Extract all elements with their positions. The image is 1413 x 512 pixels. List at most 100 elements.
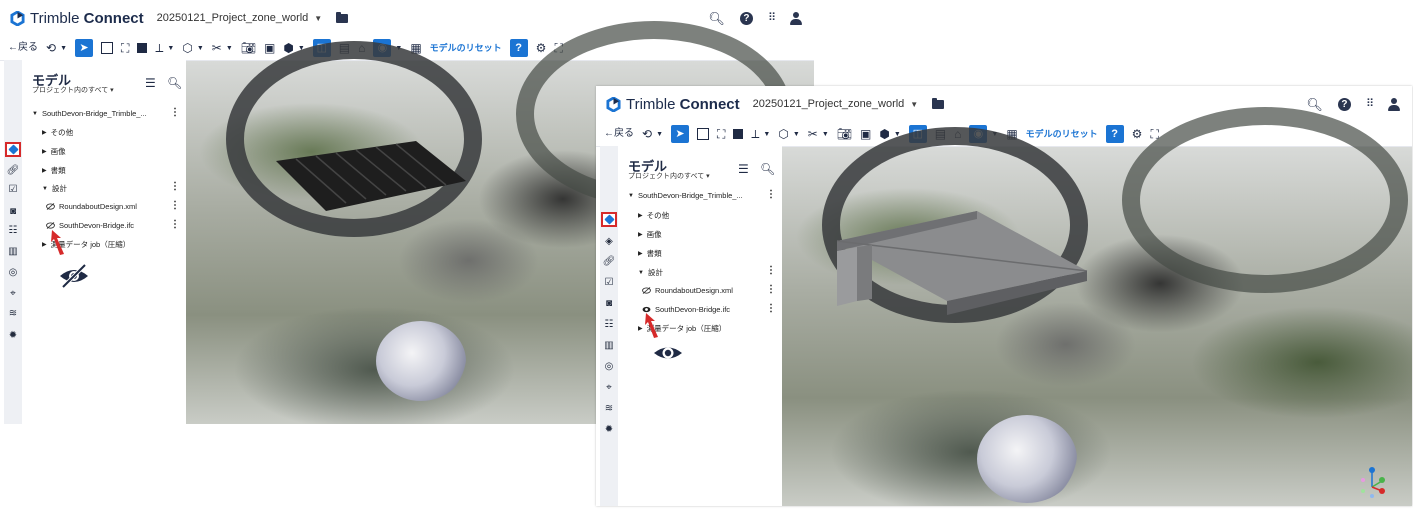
folder-row[interactable]: ▶ 画像 [638,229,662,240]
folder-row[interactable]: ▶ その他 [42,127,73,138]
apps-grid-icon[interactable]: ⠿ [1366,98,1374,110]
eye-slash-icon[interactable] [46,203,55,210]
orbit-icon[interactable]: ⟲ [642,128,652,140]
chevron-down-icon[interactable]: ▼ [822,131,829,138]
section-cut-icon[interactable]: ✂ [808,128,818,140]
chevron-down-icon[interactable]: ▼ [656,131,663,138]
settings-gear-icon[interactable]: ⚙ [536,42,547,54]
focus-icon[interactable]: ⌖ [7,288,19,299]
back-button[interactable]: ←戻る [8,43,38,53]
chevron-down-icon[interactable]: ▼ [60,45,67,52]
section-cut-icon[interactable]: ✂ [212,42,222,54]
extensions-gear-icon[interactable]: ✹ [603,424,615,435]
folder-row-design[interactable]: ▼ 設計 [42,183,67,194]
search-icon[interactable]: 🔍︎ [167,76,182,90]
more-options-icon[interactable]: ⋮ [766,284,776,295]
focus-icon[interactable]: ⌖ [603,382,615,393]
trimble-logo[interactable]: Trimble Connect [606,96,740,113]
box-select-icon[interactable] [101,42,113,54]
filter-icon[interactable]: ☰ [738,162,749,176]
user-icon[interactable] [790,11,802,25]
extensions-gear-icon[interactable]: ✹ [7,330,19,341]
snapshot-icon[interactable]: ▣ [264,42,275,54]
help-icon[interactable]: ? [509,39,528,57]
models-cube-icon[interactable] [5,142,21,157]
more-options-icon[interactable]: ⋮ [766,189,776,200]
chevron-down-icon[interactable]: ▼ [226,45,233,52]
models-cube-icon[interactable] [601,212,617,227]
folder-row[interactable]: ▶ その他 [638,210,669,221]
stack-icon[interactable]: ≋ [603,403,615,414]
camera-view-icon[interactable]: ◙ [7,206,19,217]
axis-gizmo[interactable] [1360,465,1386,499]
organizer-icon[interactable]: ☷ [7,225,19,236]
folder-icon[interactable] [336,11,349,23]
snapshot-icon[interactable]: ▣ [860,128,871,140]
markup-icon[interactable] [137,43,148,53]
chevron-down-icon[interactable]: ▼ [763,131,770,138]
more-options-icon[interactable]: ⋮ [170,181,180,192]
shape-icon[interactable]: ⬡ [778,128,788,140]
tree-root-row[interactable]: ▼ SouthDevon-Bridge_Trimble_... [32,109,147,118]
tree-root-row[interactable]: ▼ SouthDevon-Bridge_Trimble_... [628,191,743,200]
link-icon[interactable]: 🔗︎ [603,256,616,267]
help-icon[interactable]: ? [1105,125,1124,143]
more-options-icon[interactable]: ⋮ [170,200,180,211]
reset-model-button[interactable]: モデルのリセット [430,43,502,53]
camera-view-icon[interactable]: ◙ [603,298,615,309]
folder-row[interactable]: ▶ 書類 [638,248,662,259]
search-icon[interactable]: 🔍︎ [760,162,775,176]
user-icon[interactable] [1388,97,1400,111]
camera-icon[interactable]: 📷︎ [837,128,852,140]
layers-icon[interactable]: ◈ [603,236,615,247]
markup-icon[interactable] [733,129,744,139]
organizer-icon[interactable]: ☷ [603,319,615,330]
apps-grid-icon[interactable]: ⠿ [768,12,776,24]
search-icon[interactable]: 🔍︎ [708,12,725,25]
folder-icon[interactable] [932,97,945,109]
folder-row[interactable]: ▶ 書類 [42,165,66,176]
box-select-icon[interactable] [697,128,709,140]
orbit-icon[interactable]: ⟲ [46,42,56,54]
folder-row-design[interactable]: ▼ 設計 [638,267,663,278]
eye-slash-icon[interactable] [642,287,651,294]
file-row[interactable]: RoundaboutDesign.xml [642,286,733,295]
project-selector[interactable]: 20250121_Project_zone_world ▼ [157,12,323,24]
more-options-icon[interactable]: ⋮ [170,219,180,230]
more-options-icon[interactable]: ⋮ [766,303,776,314]
chevron-down-icon[interactable]: ▼ [793,131,800,138]
3d-viewport[interactable] [782,107,1412,506]
table-icon[interactable]: ▥ [7,246,19,257]
select-cursor-icon[interactable]: ➤ [671,125,689,143]
camera-icon[interactable]: 📷︎ [241,42,256,54]
project-selector[interactable]: 20250121_Project_zone_world ▼ [753,98,919,110]
stack-icon[interactable]: ≋ [7,308,19,319]
more-options-icon[interactable]: ⋮ [170,107,180,118]
reset-model-button[interactable]: モデルのリセット [1026,129,1098,139]
object-cube-icon[interactable]: ⬢ [879,128,889,140]
fit-frame-icon[interactable]: ⛶ [121,42,129,54]
more-options-icon[interactable]: ⋮ [766,265,776,276]
tag-icon[interactable]: ◎ [603,361,615,372]
link-icon[interactable]: 🔗︎ [7,165,20,176]
file-row[interactable]: RoundaboutDesign.xml [46,202,137,211]
todo-check-icon[interactable]: ☑ [7,184,19,195]
help-icon[interactable]: ? [1337,97,1351,111]
help-icon[interactable]: ? [739,11,753,25]
filter-icon[interactable]: ☰ [145,76,156,90]
back-button[interactable]: ←戻る [604,129,634,139]
fit-frame-icon[interactable]: ⛶ [717,128,725,140]
table-icon[interactable]: ▥ [603,340,615,351]
todo-check-icon[interactable]: ☑ [603,277,615,288]
measure-icon[interactable]: ⟂ [155,42,163,54]
trimble-logo[interactable]: Trimble Connect [10,10,144,27]
chevron-down-icon[interactable]: ▼ [197,45,204,52]
shape-icon[interactable]: ⬡ [182,42,192,54]
search-icon[interactable]: 🔍︎ [1306,98,1323,111]
tag-icon[interactable]: ◎ [7,267,19,278]
chevron-down-icon[interactable]: ▼ [167,45,174,52]
select-cursor-icon[interactable]: ➤ [75,39,93,57]
scope-dropdown[interactable]: プロジェクト内のすべて ▾ [32,85,114,95]
settings-gear-icon[interactable]: ⚙ [1132,128,1143,140]
measure-icon[interactable]: ⟂ [751,128,759,140]
